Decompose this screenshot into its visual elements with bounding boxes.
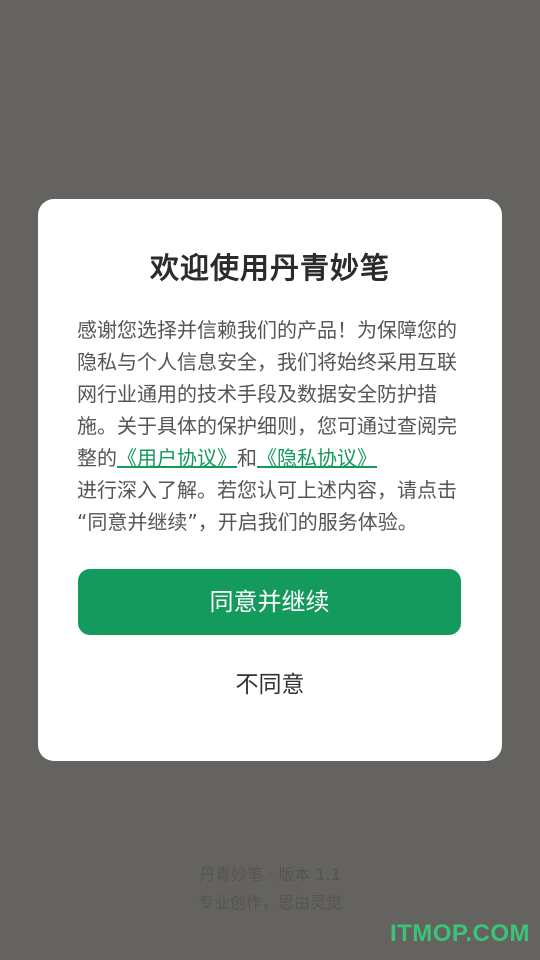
user-agreement-link[interactable]: 《用户协议》 <box>117 446 237 470</box>
privacy-policy-link[interactable]: 《隐私协议》 <box>257 446 377 470</box>
agree-continue-button[interactable]: 同意并继续 <box>78 569 461 635</box>
and-text: 和 <box>237 446 257 470</box>
dialog-title: 欢迎使用丹青妙笔 <box>149 251 390 285</box>
app-slogan-text: 专业创作，思由灵觉 <box>197 893 342 912</box>
watermark-logo: ITMOP.COM <box>389 920 530 947</box>
disagree-button[interactable]: 不同意 <box>170 663 370 707</box>
dialog-body: 感谢您选择并信赖我们的产品！为保障您的隐私与个人信息安全，我们将始终采用互联网行… <box>77 314 465 538</box>
dialog-body-text-continued: 进行深入了解。若您认可上述内容，请点击 “同意并继续”，开启我们的服务体验。 <box>77 478 457 534</box>
app-version-text: 丹青妙笔 · 版本 1.1 <box>199 865 341 884</box>
app-screen: 欢迎使用丹青妙笔 感谢您选择并信赖我们的产品！为保障您的隐私与个人信息安全，我们… <box>0 0 540 960</box>
